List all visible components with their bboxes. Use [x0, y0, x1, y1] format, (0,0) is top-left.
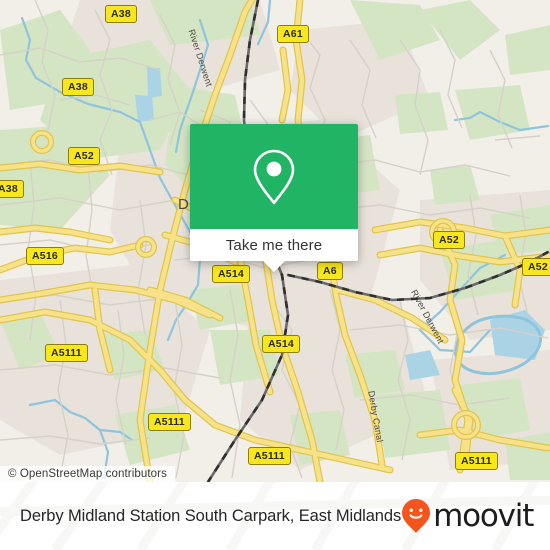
road-shield-a5111-w[interactable]: A5111: [148, 413, 191, 431]
moovit-brand[interactable]: moovit: [401, 497, 534, 534]
road-shield-a514-north[interactable]: A514: [212, 265, 250, 283]
osm-attribution[interactable]: © OpenStreetMap contributors: [0, 466, 175, 482]
destination-popup-card[interactable]: Take me there: [190, 124, 358, 272]
road-shield-a38-edge[interactable]: A38: [0, 180, 24, 198]
road-shield-a6[interactable]: A6: [317, 262, 343, 280]
road-shield-a516[interactable]: A516: [26, 247, 64, 265]
moovit-wordmark: moovit: [433, 497, 534, 534]
moovit-map-screenshot: D River Derwent River Derwent Derby Cana…: [0, 0, 550, 550]
road-shield-a52-west[interactable]: A52: [68, 147, 100, 165]
place-title: Derby Midland Station South Carpark, Eas…: [20, 506, 402, 525]
map-canvas[interactable]: D River Derwent River Derwent Derby Cana…: [0, 0, 550, 482]
road-shield-a5111-se[interactable]: A5111: [455, 452, 498, 470]
road-shield-a52-edge[interactable]: A52: [522, 258, 550, 276]
road-shield-a61[interactable]: A61: [277, 25, 309, 43]
footer-bar: Derby Midland Station South Carpark, Eas…: [0, 482, 550, 550]
map-pin-icon: [253, 149, 295, 204]
popup-footer[interactable]: Take me there: [190, 229, 358, 261]
road-shield-a5111-nw[interactable]: A5111: [45, 344, 88, 362]
popup-pointer-tail: [263, 261, 285, 272]
popup-header: [190, 124, 358, 229]
road-shield-a52-east[interactable]: A52: [433, 231, 465, 249]
road-shield-a5111-s[interactable]: A5111: [248, 447, 291, 465]
road-shield-a38-north[interactable]: A38: [105, 5, 137, 23]
moovit-pin-smiley-icon: [402, 499, 431, 533]
osm-attribution-text: © OpenStreetMap contributors: [8, 468, 167, 480]
road-shield-a38-mid[interactable]: A38: [62, 78, 94, 96]
take-me-there-label: Take me there: [225, 236, 323, 254]
road-shield-a514-south[interactable]: A514: [262, 335, 300, 353]
